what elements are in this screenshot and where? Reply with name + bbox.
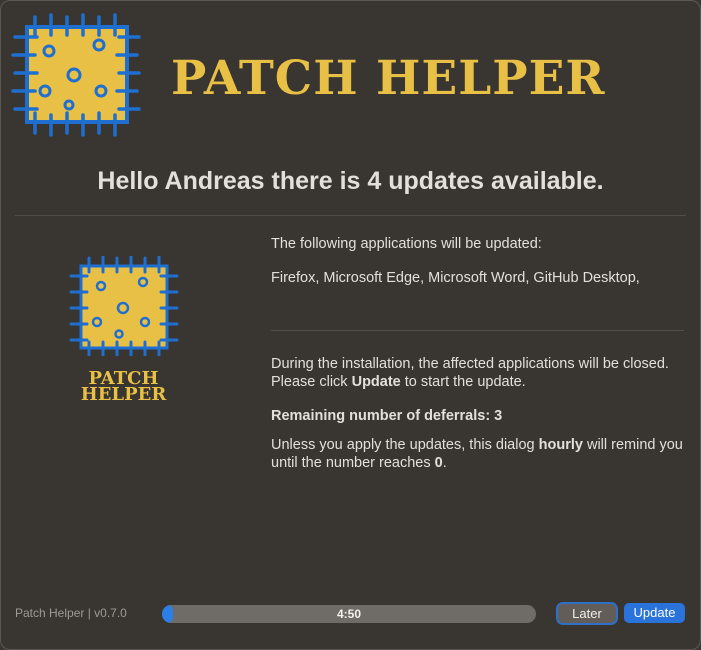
intro-text: The following applications will be updat… [271,236,542,252]
divider [15,215,686,216]
divider [271,330,684,331]
banner: PATCH HELPER [11,13,691,138]
later-button[interactable]: Later [558,604,616,623]
side-logo-text-line2: HELPER [80,384,167,405]
headline: Hello Andreas there is 4 updates availab… [97,167,604,195]
update-button[interactable]: Update [624,603,685,623]
countdown-progress-bar: 4:50 [162,605,536,623]
deferrals-text: Remaining number of deferrals: 3 [271,408,503,424]
interval-emphasis: hourly [538,437,583,453]
install-emphasis: Update [351,374,401,390]
patch-logo-small-icon [69,256,179,356]
patch-helper-window: PATCH HELPER Hello Andreas there is 4 up… [0,0,701,650]
remind-text: Unless you apply the updates, this dialo… [271,437,683,471]
banner-title: PATCH HELPER [171,51,606,106]
install-text: During the installation, the affected ap… [271,356,669,390]
count-emphasis: 0 [434,455,443,471]
version-label: Patch Helper | v0.7.0 [15,606,127,620]
countdown-timer: 4:50 [336,607,362,621]
patch-logo-icon [11,13,141,137]
app-list: Firefox, Microsoft Edge, Microsoft Word,… [271,270,640,286]
